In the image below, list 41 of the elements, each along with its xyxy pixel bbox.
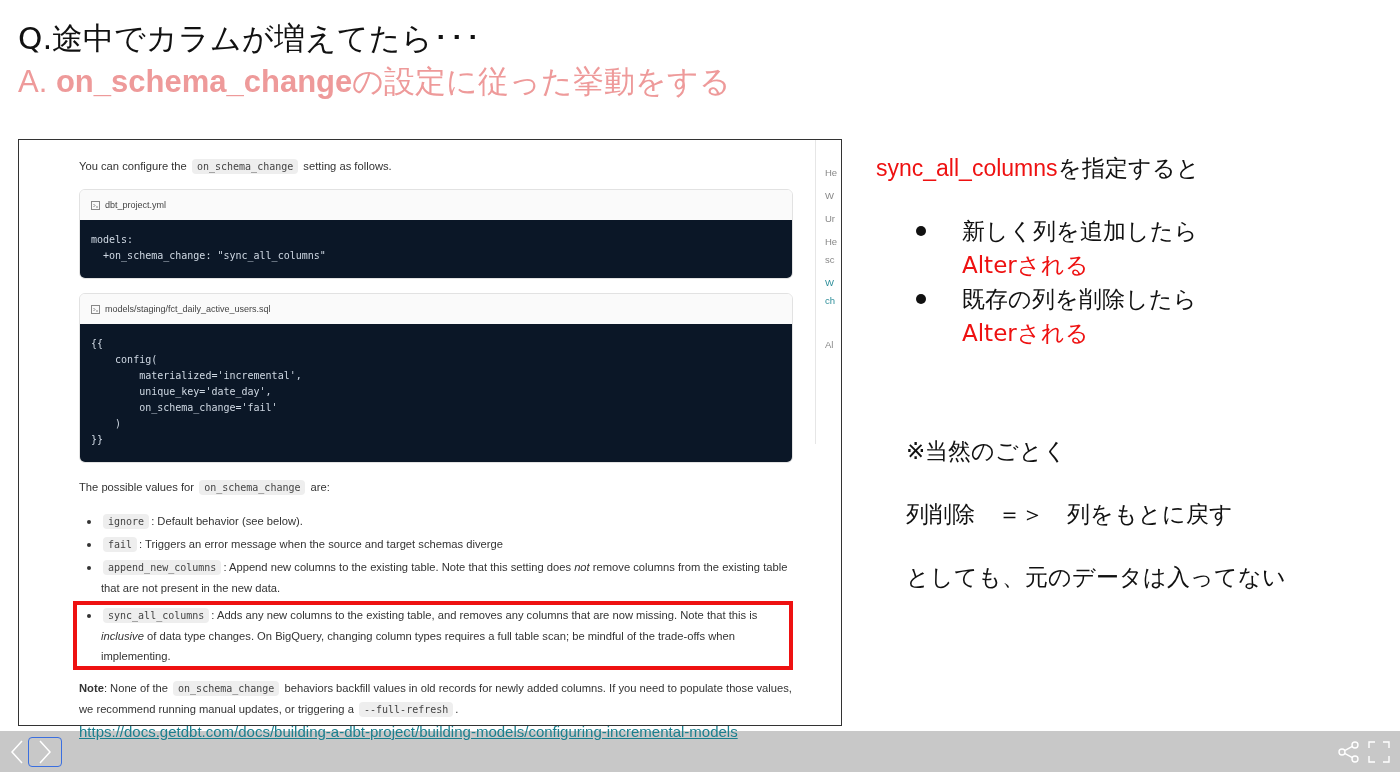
bullet-icon — [916, 294, 926, 304]
bullet-icon — [87, 520, 91, 524]
toc-item[interactable]: He — [825, 164, 841, 182]
bullet-icon — [87, 614, 91, 618]
code-text: {{ config( materialized='incremental', unique_key='date_day', on_schema_change='fail' ) }} — [80, 324, 792, 462]
note-text: ※当然のごとく — [906, 437, 1069, 466]
note-text: としても、元のデータは入ってない — [906, 563, 1286, 592]
fullscreen-icon[interactable] — [1368, 740, 1390, 763]
toc-item[interactable]: Ur — [825, 210, 841, 228]
file-icon — [91, 304, 100, 314]
side-heading: sync_all_columnsを指定すると — [876, 154, 1201, 183]
note-text: 列削除 ＝＞ 列をもとに戻す — [906, 500, 1234, 529]
list-item-text: fail : Triggers an error message when the source and target schemas diverge — [101, 534, 793, 555]
toc-item[interactable]: He sc — [825, 233, 841, 269]
toc-item[interactable]: W — [825, 187, 841, 205]
toc-item[interactable]: W ch — [825, 274, 841, 310]
bullet-result: Alterされる — [962, 251, 1090, 280]
bullet-text: 既存の列を削除したら — [962, 285, 1197, 314]
share-icon[interactable] — [1338, 740, 1360, 763]
list-item-text: ignore : Default behavior (see below). — [101, 511, 793, 532]
bullet-icon — [87, 566, 91, 570]
bullet-text: 新しく列を追加したら — [962, 217, 1198, 246]
paragraph: The possible values for on_schema_change are: — [79, 479, 331, 497]
next-icon — [38, 738, 52, 765]
slide-title: Q.途中でカラムが増えてたら･･･ — [18, 19, 483, 58]
file-name: models/staging/fct_daily_active_users.sql — [105, 304, 271, 314]
list-item-text: append_new_columns : Append new columns to the existing table. Note that this setting does not remove columns from the existing table that are not present in the new data. — [101, 559, 789, 596]
bullet-icon — [916, 226, 926, 236]
previous-icon[interactable] — [10, 738, 24, 765]
bullet-result: Alterされる — [962, 319, 1090, 348]
code-text: models: +on_schema_change: "sync_all_columns" — [80, 220, 792, 278]
source-link[interactable]: https://docs.getdbt.com/docs/building-a-dbt-project/building-models/configuring-incremental-models — [79, 723, 738, 740]
toc-item[interactable]: Al — [825, 336, 841, 354]
paragraph: You can configure the on_schema_change setting as follows. — [79, 158, 393, 176]
list-item-text: sync_all_columns : Adds any new columns to the existing table, and removes any columns that are now missing. Note that this is inclusive of data type changes. On BigQuery, changing column types requires a full table scan; be mindful of the trade-offs when implementing. — [101, 607, 759, 664]
bullet-icon — [87, 543, 91, 547]
file-name: dbt_project.yml — [105, 200, 167, 210]
note-paragraph: Note: None of the on_schema_change behaviors backfill values in old records for newly added columns. If you need to populate those values, we recommend running manual updates, or triggering a --full-refresh . — [79, 680, 793, 719]
file-icon — [91, 200, 100, 210]
next-button[interactable] — [28, 736, 62, 767]
slide-subtitle: A. on_schema_changeの設定に従った挙動をする — [18, 63, 733, 101]
